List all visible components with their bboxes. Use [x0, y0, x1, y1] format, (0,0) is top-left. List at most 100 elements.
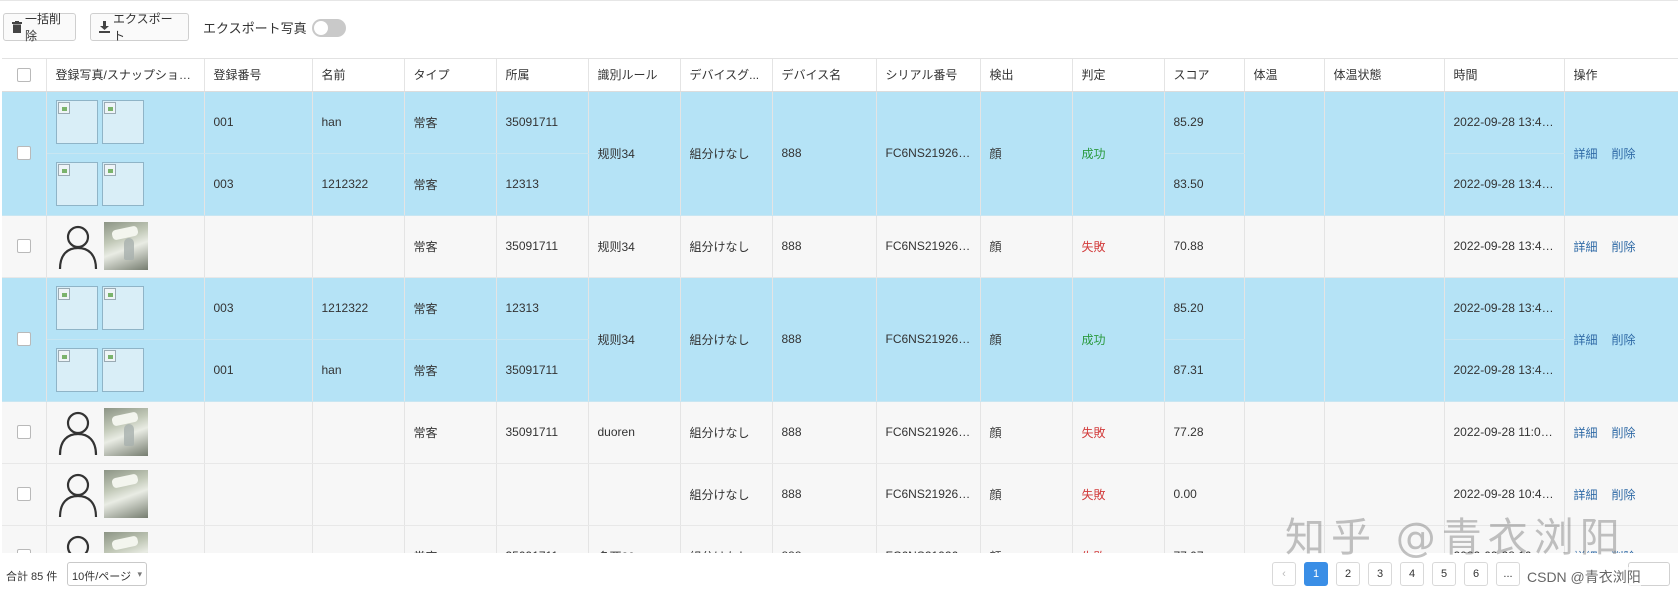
page-button-3[interactable]: 3	[1368, 562, 1392, 586]
select-all-checkbox-cell[interactable]	[2, 59, 47, 92]
row-checkbox[interactable]	[16, 425, 31, 440]
row-checkbox[interactable]	[16, 487, 31, 502]
reg-no: 001	[204, 91, 313, 154]
actions-cell: 詳細削除	[1564, 401, 1678, 464]
type: 常客	[404, 277, 497, 340]
delete-link[interactable]: 削除	[1612, 426, 1636, 440]
delete-link[interactable]: 削除	[1612, 147, 1636, 161]
rule: 规则34	[588, 91, 681, 216]
detail-link[interactable]: 詳細	[1574, 240, 1598, 254]
row-checkbox-cell[interactable]	[2, 215, 47, 278]
detail-link[interactable]: 詳細	[1574, 426, 1598, 440]
header-temperature: 体温	[1244, 59, 1325, 92]
actions-cell: 詳細削除	[1564, 215, 1678, 278]
person-name: han	[312, 91, 405, 154]
device-name: 888	[772, 91, 877, 216]
delete-link[interactable]: 削除	[1612, 240, 1636, 254]
header-type: タイプ	[404, 59, 497, 92]
row-checkbox[interactable]	[16, 332, 31, 347]
judge-status: 失敗	[1072, 463, 1165, 526]
header-reg-no: 登録番号	[204, 59, 313, 92]
bulk-delete-button[interactable]: 一括削除	[3, 12, 76, 43]
affiliation: 35091711	[496, 91, 589, 154]
type: 常客	[404, 91, 497, 154]
person-name: 1212322	[312, 153, 405, 216]
person-name	[312, 401, 405, 464]
person-name: han	[312, 339, 405, 402]
type: 常客	[404, 339, 497, 402]
delete-link[interactable]: 削除	[1612, 488, 1636, 502]
reg-no	[204, 215, 313, 278]
page-button-5[interactable]: 5	[1432, 562, 1456, 586]
broken-image-icon	[101, 162, 144, 206]
detail-link[interactable]: 詳細	[1574, 333, 1598, 347]
row-checkbox-cell[interactable]	[2, 525, 47, 553]
records-table: 登録写真/スナップショット 登録番号 名前 タイプ 所属 識別ルール デバイスグ…	[2, 58, 1678, 553]
header-affiliation: 所属	[496, 59, 589, 92]
photo-cell	[46, 525, 205, 553]
rule: 规则34	[588, 215, 681, 278]
score: 0.00	[1164, 463, 1245, 526]
affiliation: 35091711	[496, 401, 589, 464]
row-checkbox-cell[interactable]	[2, 277, 47, 402]
prev-page-button[interactable]: ‹	[1272, 562, 1296, 586]
device-name: 888	[772, 401, 877, 464]
row-checkbox-cell[interactable]	[2, 91, 47, 216]
photo-cell	[46, 153, 205, 216]
table-row[interactable]: 003 1212322 常客 12313 规则34 組分けなし 888 FC6N…	[2, 277, 1678, 402]
header-serial: シリアル番号	[876, 59, 981, 92]
temp-status	[1324, 215, 1445, 278]
export-button[interactable]: エクスポート	[90, 12, 189, 43]
row-checkbox[interactable]	[16, 549, 31, 553]
type: 常客	[404, 215, 497, 278]
delete-link[interactable]: 削除	[1612, 333, 1636, 347]
judge-status: 成功	[1072, 91, 1165, 216]
row-checkbox-cell[interactable]	[2, 401, 47, 464]
person-avatar-icon	[58, 411, 97, 456]
export-photo-toggle[interactable]	[312, 19, 346, 37]
device-group: 組分けなし	[680, 401, 773, 464]
person-avatar-icon	[58, 225, 97, 270]
trash-icon	[12, 21, 22, 33]
actions-cell: 詳細削除	[1564, 277, 1678, 402]
score: 77.07	[1164, 525, 1245, 553]
page-button-4[interactable]: 4	[1400, 562, 1424, 586]
header-actions: 操作	[1564, 59, 1678, 92]
reg-no: 001	[204, 339, 313, 402]
page-size-select[interactable]: 10件/ページ ▾	[67, 562, 147, 586]
header-temp-status: 体温状態	[1324, 59, 1445, 92]
detect: 顔	[980, 91, 1073, 216]
temperature	[1244, 401, 1325, 464]
table-row[interactable]: 001 han 常客 35091711 规则34 組分けなし 888 FC6NS…	[2, 91, 1678, 216]
row-checkbox-cell[interactable]	[2, 463, 47, 526]
detail-link[interactable]: 詳細	[1574, 488, 1598, 502]
chevron-left-icon: ‹	[1282, 568, 1286, 580]
row-checkbox[interactable]	[16, 146, 31, 161]
select-all-checkbox[interactable]	[16, 68, 31, 83]
serial-number: FC6NS219260...	[876, 215, 981, 278]
broken-image-icon	[101, 348, 144, 392]
header-rule: 識別ルール	[588, 59, 681, 92]
page-button-6[interactable]: 6	[1464, 562, 1488, 586]
page-ellipsis[interactable]: ...	[1496, 562, 1520, 586]
row-checkbox[interactable]	[16, 239, 31, 254]
device-name: 888	[772, 277, 877, 402]
score: 70.88	[1164, 215, 1245, 278]
detect: 顔	[980, 277, 1073, 402]
affiliation: 35091711	[496, 339, 589, 402]
total-count: 合計 85 件	[6, 571, 58, 583]
snapshot-image	[103, 408, 148, 456]
table-header-row: 登録写真/スナップショット 登録番号 名前 タイプ 所属 識別ルール デバイスグ…	[2, 59, 1678, 92]
serial-number: FC6NS219260...	[876, 525, 981, 553]
page-button-1[interactable]: 1	[1304, 562, 1328, 586]
page-button-2[interactable]: 2	[1336, 562, 1360, 586]
detail-link[interactable]: 詳細	[1574, 147, 1598, 161]
reg-no	[204, 401, 313, 464]
table-row[interactable]: 常客 35091711 规则34 組分けなし 888 FC6NS219260..…	[2, 215, 1678, 278]
toggle-knob	[314, 21, 328, 35]
affiliation: 12313	[496, 153, 589, 216]
table-row[interactable]: 常客 35091711 duoren 組分けなし 888 FC6NS219260…	[2, 401, 1678, 464]
time: 2022-09-28 13:41:...	[1444, 277, 1565, 340]
temperature	[1244, 215, 1325, 278]
snapshot-image	[103, 532, 148, 553]
